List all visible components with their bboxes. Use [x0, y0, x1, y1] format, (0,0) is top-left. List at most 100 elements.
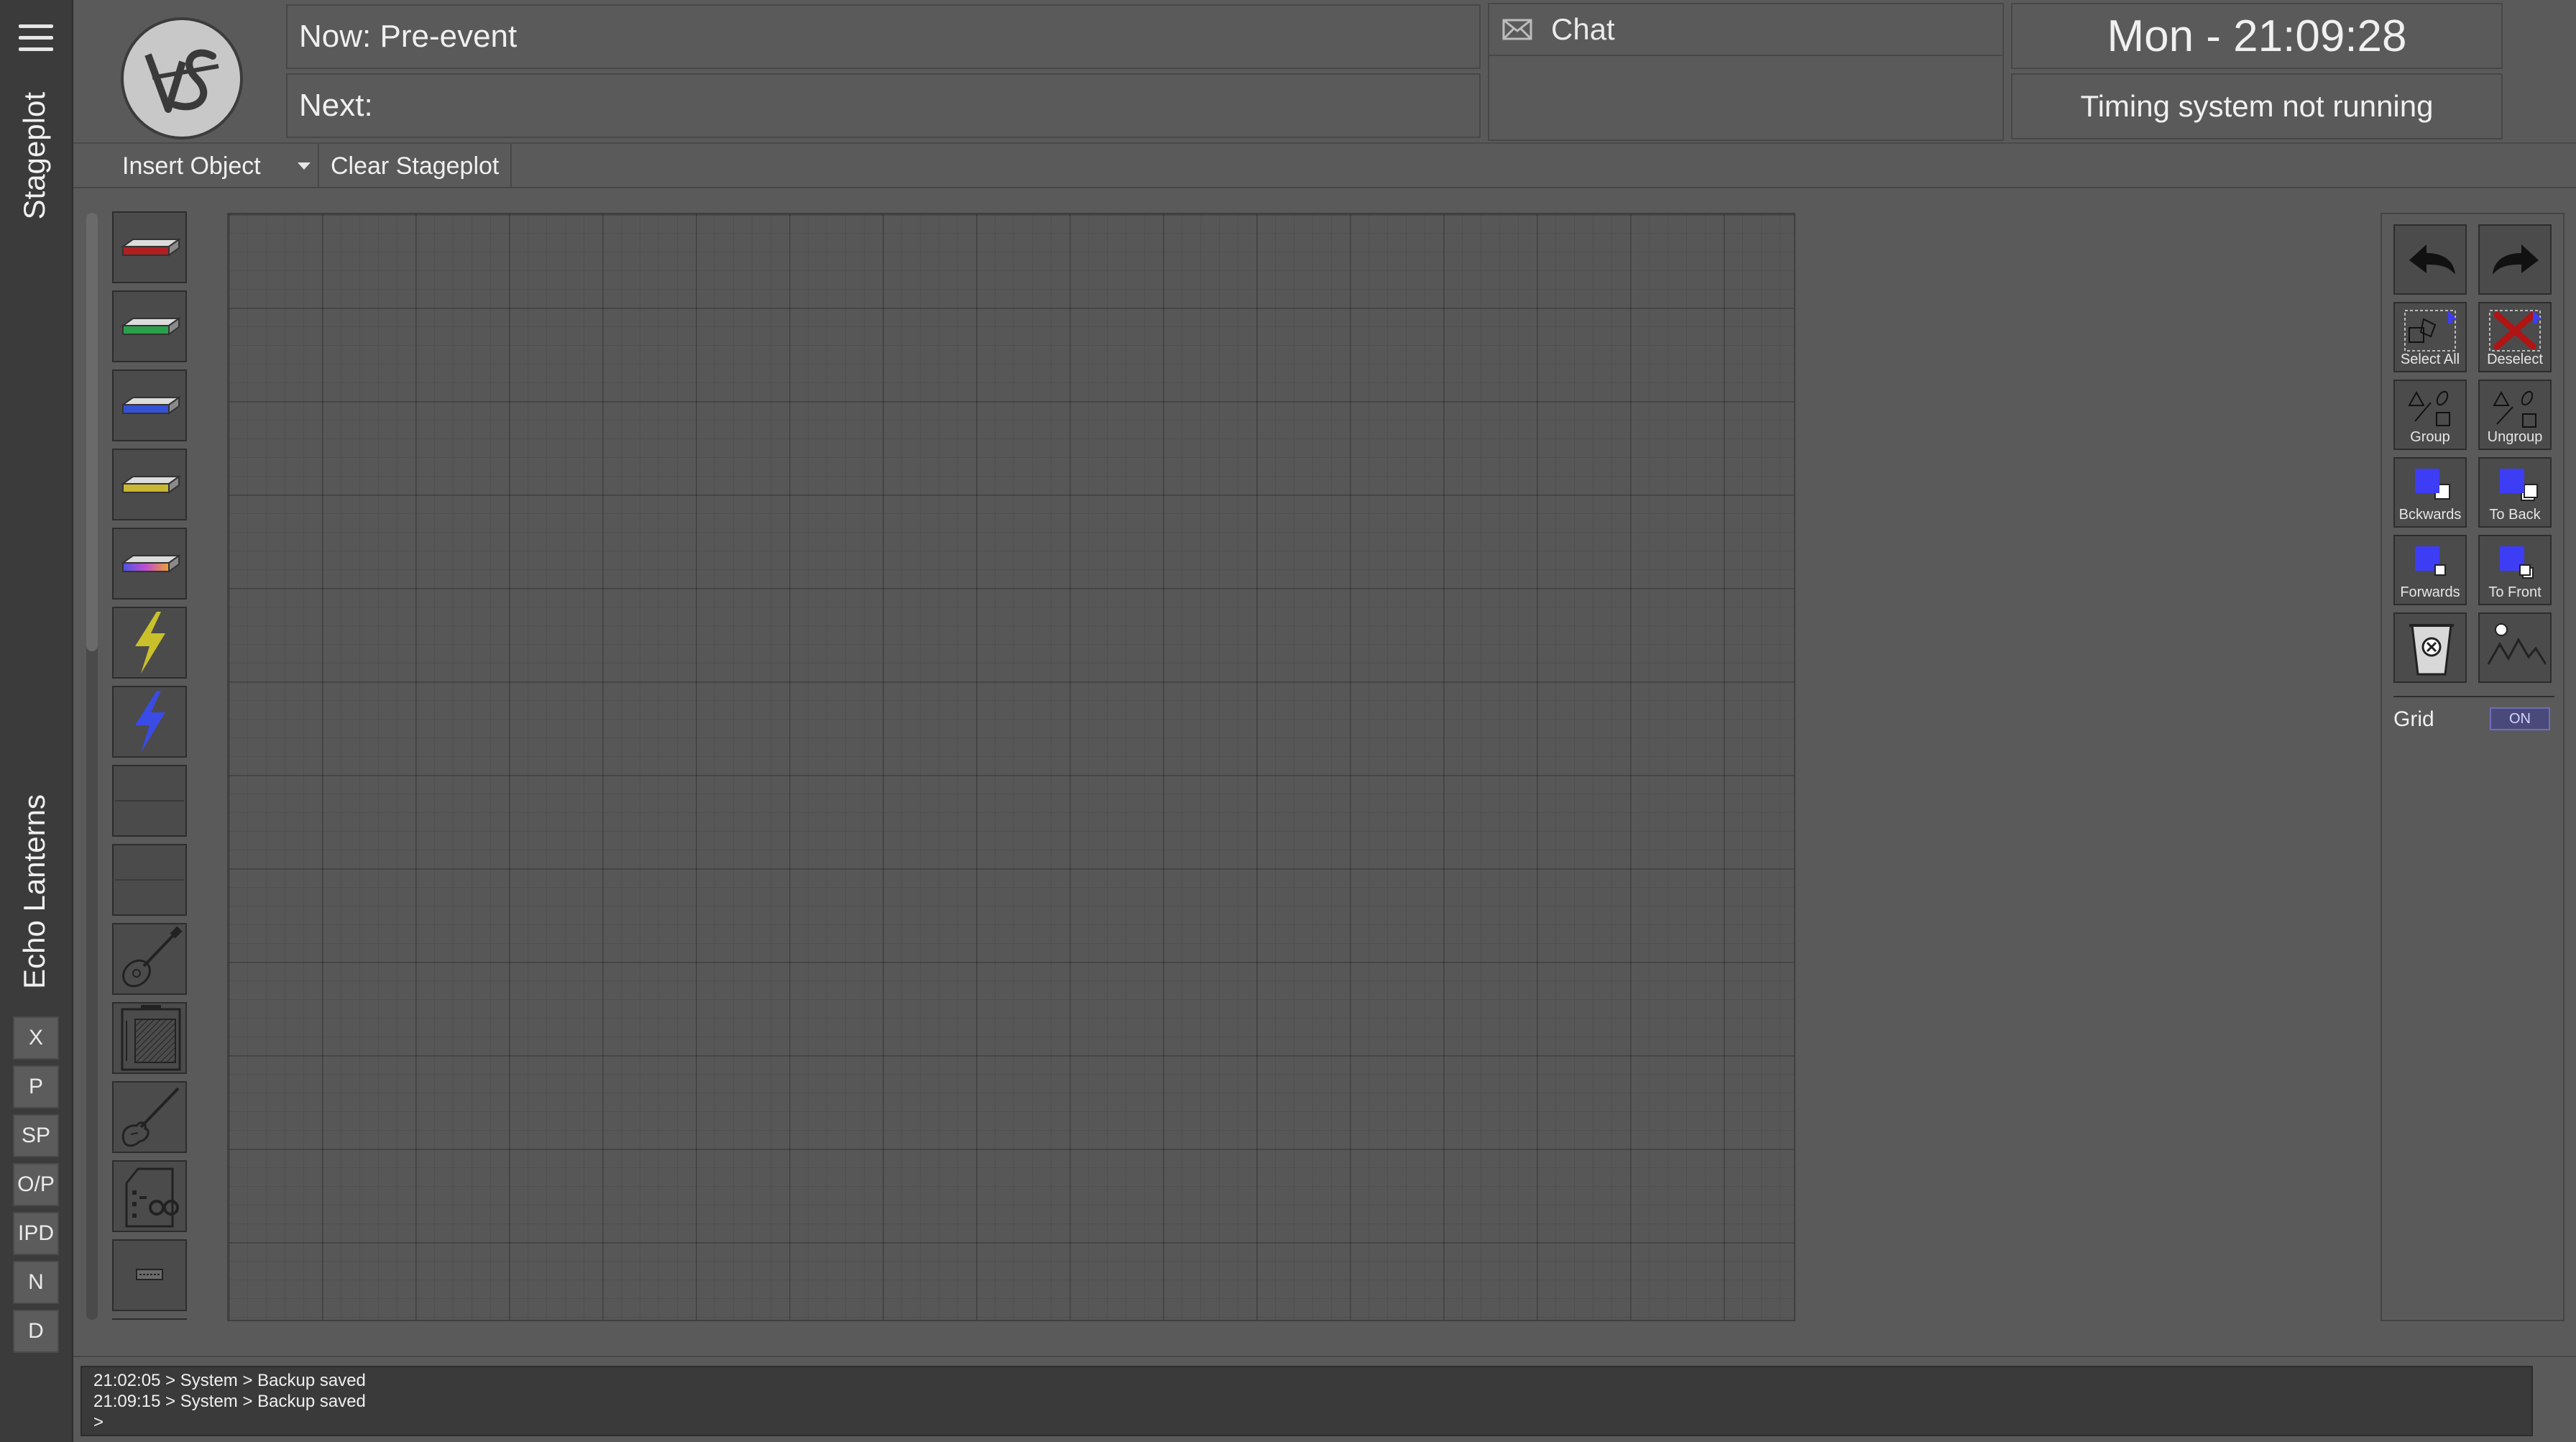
- app-logo: VS: [121, 17, 243, 139]
- console-log[interactable]: 21:02:05 > System > Backup saved 21:09:1…: [80, 1366, 2533, 1436]
- guitar-amp-icon: [121, 1005, 181, 1071]
- chat-header[interactable]: Chat: [1489, 4, 2002, 56]
- logo-icon: [144, 49, 219, 113]
- insert-object-label: Insert Object: [122, 152, 261, 180]
- tools-panel: Select All Deselect Group Ungroup Bckwar…: [2380, 213, 2564, 1321]
- palette-scrollbar-thumb[interactable]: [86, 213, 98, 651]
- hamburger-menu-icon[interactable]: [16, 22, 56, 56]
- palette-blank-2[interactable]: [112, 844, 187, 916]
- palette-riser-blue[interactable]: [112, 369, 187, 441]
- rail-venue-name: Echo Lanterns: [17, 794, 51, 989]
- image-icon: [2487, 623, 2546, 665]
- timing-status-box: Timing system not running: [2011, 73, 2503, 139]
- deselect-label: Deselect: [2487, 352, 2543, 367]
- keyboard-icon: [136, 1269, 163, 1280]
- ungroup-icon: [2493, 390, 2536, 428]
- forwards-button[interactable]: Forwards: [2393, 535, 2467, 605]
- palette-keyboard[interactable]: [112, 1239, 187, 1311]
- rail-button-ipd[interactable]: IPD: [13, 1212, 59, 1255]
- electric-guitar-icon: [121, 1087, 180, 1147]
- bring-to-front-icon: [2500, 546, 2534, 579]
- send-backwards-icon: [2415, 469, 2450, 500]
- rail-button-op[interactable]: O/P: [13, 1163, 59, 1206]
- chevron-down-icon[interactable]: [298, 162, 310, 171]
- riser-yellow-icon: [120, 475, 182, 494]
- rail-title-stageplot: Stageplot: [17, 92, 51, 220]
- forwards-label: Forwards: [2400, 584, 2460, 600]
- to-front-button[interactable]: To Front: [2478, 535, 2552, 605]
- group-button[interactable]: Group: [2393, 380, 2467, 450]
- palette-riser-rainbow[interactable]: [112, 528, 187, 600]
- console-line: 21:02:05 > System > Backup saved: [93, 1371, 366, 1390]
- timing-status-text: Timing system not running: [2080, 89, 2434, 123]
- left-rail: Stageplot Echo Lanterns X P SP O/P IPD N…: [0, 0, 73, 1442]
- trash-icon: [2409, 624, 2454, 676]
- mail-icon: [1502, 19, 1532, 40]
- to-back-label: To Back: [2489, 507, 2541, 523]
- clock-display: Mon - 21:09:28: [2011, 3, 2503, 69]
- rail-button-n[interactable]: N: [13, 1261, 59, 1304]
- riser-red-icon: [120, 238, 182, 257]
- rail-button-d[interactable]: D: [13, 1310, 59, 1353]
- backwards-button[interactable]: Bckwards: [2393, 457, 2467, 528]
- palette-acoustic-guitar[interactable]: [112, 923, 187, 995]
- palette-riser-yellow[interactable]: [112, 449, 187, 520]
- grid-toggle[interactable]: ON: [2490, 707, 2550, 730]
- rail-button-sp[interactable]: SP: [13, 1114, 59, 1157]
- line-icon: [115, 800, 184, 802]
- group-label: Group: [2410, 429, 2450, 445]
- bass-cabinet-icon: [125, 1167, 179, 1228]
- lightning-blue-icon: [135, 691, 165, 753]
- console-prompt[interactable]: >: [93, 1412, 2520, 1433]
- select-all-icon: [2404, 310, 2457, 352]
- select-all-button[interactable]: Select All: [2393, 302, 2467, 372]
- bring-forwards-icon: [2415, 546, 2446, 576]
- clock-text: Mon - 21:09:28: [2107, 11, 2407, 61]
- palette-partial-item[interactable]: [112, 1318, 187, 1320]
- ungroup-button[interactable]: Ungroup: [2478, 380, 2552, 450]
- palette-electric-guitar[interactable]: [112, 1081, 187, 1153]
- delete-button[interactable]: [2393, 612, 2467, 683]
- now-status-box: Now: Pre-event: [286, 4, 1481, 69]
- palette-power-blue[interactable]: [112, 686, 187, 758]
- line-icon: [115, 879, 184, 881]
- lightning-yellow-icon: [135, 612, 165, 674]
- palette-blank-1[interactable]: [112, 765, 187, 837]
- chat-title-text: Chat: [1551, 12, 1615, 46]
- redo-icon: [2493, 244, 2539, 275]
- console-line: 21:09:15 > System > Backup saved: [93, 1392, 366, 1411]
- to-front-label: To Front: [2488, 584, 2542, 600]
- rail-button-p[interactable]: P: [13, 1065, 59, 1108]
- send-to-back-icon: [2500, 469, 2538, 501]
- next-status-box: Next:: [286, 73, 1481, 138]
- palette-riser-red[interactable]: [112, 211, 187, 283]
- chat-panel[interactable]: Chat: [1488, 3, 2004, 141]
- object-palette: [112, 211, 188, 1320]
- group-icon: [2408, 390, 2450, 426]
- deselect-icon: [2489, 310, 2542, 352]
- select-all-label: Select All: [2400, 352, 2460, 367]
- palette-bass-cabinet[interactable]: [112, 1160, 187, 1232]
- insert-object-button[interactable]: Insert Object: [111, 144, 319, 188]
- background-image-button[interactable]: [2478, 612, 2552, 683]
- acoustic-guitar-icon: [122, 926, 183, 988]
- ungroup-label: Ungroup: [2487, 429, 2543, 445]
- tools-divider: [2393, 696, 2554, 697]
- palette-power-yellow[interactable]: [112, 607, 187, 679]
- deselect-button[interactable]: Deselect: [2478, 302, 2552, 372]
- riser-rainbow-icon: [120, 554, 182, 573]
- riser-green-icon: [120, 317, 182, 336]
- now-text: Now: Pre-event: [299, 19, 518, 54]
- undo-icon: [2409, 244, 2455, 275]
- backwards-label: Bckwards: [2398, 507, 2462, 523]
- rail-button-x[interactable]: X: [13, 1016, 59, 1060]
- undo-button[interactable]: [2393, 224, 2467, 295]
- palette-guitar-amp[interactable]: [112, 1002, 187, 1074]
- stageplot-toolbar: Insert Object Clear Stageplot: [73, 144, 2576, 188]
- palette-riser-green[interactable]: [112, 290, 187, 362]
- grid-label: Grid: [2393, 707, 2434, 731]
- clear-stageplot-button[interactable]: Clear Stageplot: [319, 144, 512, 188]
- to-back-button[interactable]: To Back: [2478, 457, 2552, 528]
- redo-button[interactable]: [2478, 224, 2552, 295]
- stageplot-canvas[interactable]: [227, 213, 1795, 1321]
